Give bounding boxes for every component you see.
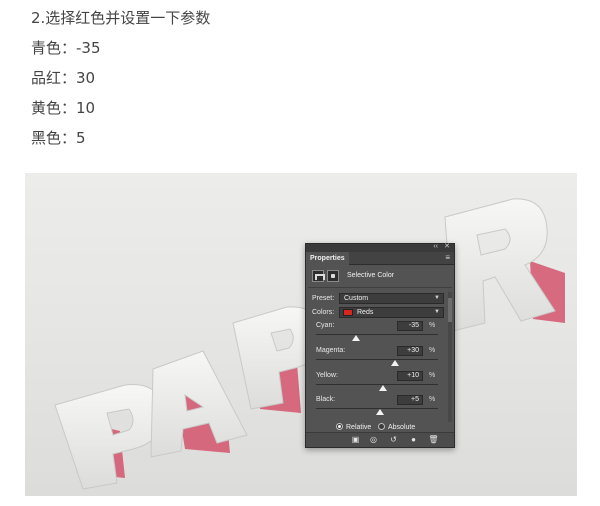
panel-bottom-toolbar: ▣ ◎ ↺ ● 🗑 (306, 432, 454, 447)
panel-tab-row: Properties ≡ (306, 252, 454, 265)
collapse-panel-icon[interactable]: ‹‹ (433, 243, 438, 251)
slider-value: -35 (408, 322, 419, 329)
panel-titlebar[interactable]: ‹‹ ✕ (306, 243, 454, 252)
divider (308, 287, 452, 288)
panel-scrollbar[interactable] (448, 292, 452, 422)
param-label: 品红： (31, 69, 77, 87)
visibility-eye-icon[interactable]: ● (408, 435, 419, 445)
chevron-down-icon: ▼ (434, 295, 440, 301)
slider-thumb[interactable] (351, 335, 360, 341)
percent-unit: % (429, 396, 436, 403)
adjustment-layer-icon[interactable] (312, 270, 325, 282)
trash-icon[interactable]: 🗑 (428, 435, 439, 445)
percent-unit: % (429, 322, 436, 329)
absolute-radio[interactable] (378, 423, 385, 430)
close-panel-icon[interactable]: ✕ (444, 243, 450, 251)
slider-label: Black: (316, 396, 336, 403)
color-swatch (343, 309, 353, 316)
param-label: 青色： (31, 39, 77, 57)
slider-thumb[interactable] (391, 360, 400, 366)
param-line-magenta: 品红：30 (31, 63, 210, 93)
slider-value: +30 (407, 347, 419, 354)
step-title: 2.选择红色并设置一下参数 (31, 9, 211, 27)
panel-menu-icon[interactable]: ≡ (445, 253, 450, 263)
param-value: 10 (76, 99, 96, 117)
param-value: -35 (76, 39, 101, 57)
properties-panel: ‹‹ ✕ Properties ≡ Selective Color Preset… (305, 243, 455, 448)
param-value: 5 (76, 129, 86, 147)
tab-properties[interactable]: Properties (306, 252, 349, 265)
colors-dropdown[interactable]: Reds ▼ (339, 307, 444, 318)
percent-unit: % (429, 372, 436, 379)
param-label: 黄色： (31, 99, 77, 117)
param-line-cyan: 青色：-35 (31, 33, 210, 63)
paper-letters-artwork (54, 198, 565, 490)
adjustment-title: Selective Color (347, 272, 395, 279)
black-value-field[interactable]: +5 (397, 395, 423, 405)
chevron-down-icon: ▼ (434, 309, 440, 315)
slider-label: Yellow: (316, 372, 338, 379)
slider-label: Cyan: (316, 322, 335, 329)
slider-value: +10 (407, 372, 419, 379)
absolute-label: Absolute (388, 424, 416, 431)
relative-label: Relative (346, 424, 372, 431)
slider-thumb[interactable] (379, 385, 388, 391)
slider-thumb[interactable] (376, 409, 385, 415)
param-value: 30 (76, 69, 96, 87)
colors-value: Reds (357, 309, 374, 316)
tutorial-screenshot: ‹‹ ✕ Properties ≡ Selective Color Preset… (25, 173, 577, 496)
letter-p-1 (54, 384, 164, 490)
param-line-black: 黑色：5 (31, 123, 210, 153)
clip-to-layer-icon[interactable]: ▣ (350, 435, 361, 445)
article-text: 2.选择红色并设置一下参数 青色：-35 品红：30 黄色：10 黑色：5 (31, 3, 210, 153)
scrollbar-thumb[interactable] (448, 298, 452, 322)
slider-track[interactable] (316, 359, 438, 360)
yellow-value-field[interactable]: +10 (397, 371, 423, 381)
magenta-value-field[interactable]: +30 (397, 346, 423, 356)
slider-track[interactable] (316, 334, 438, 335)
slider-label: Magenta: (316, 347, 346, 354)
view-previous-icon[interactable]: ◎ (368, 435, 379, 445)
colors-label: Colors: (312, 309, 335, 316)
cyan-value-field[interactable]: -35 (397, 321, 423, 331)
preset-dropdown[interactable]: Custom ▼ (339, 293, 444, 304)
param-line-yellow: 黄色：10 (31, 93, 210, 123)
relative-radio[interactable] (336, 423, 343, 430)
percent-unit: % (429, 347, 436, 354)
adjustment-header: Selective Color (312, 269, 450, 283)
preset-label: Preset: (312, 295, 335, 302)
param-label: 黑色： (31, 129, 77, 147)
slider-track[interactable] (316, 384, 438, 385)
slider-value: +5 (411, 396, 419, 403)
preset-value: Custom (344, 295, 369, 302)
mask-icon[interactable] (327, 270, 339, 282)
reset-icon[interactable]: ↺ (388, 435, 399, 445)
